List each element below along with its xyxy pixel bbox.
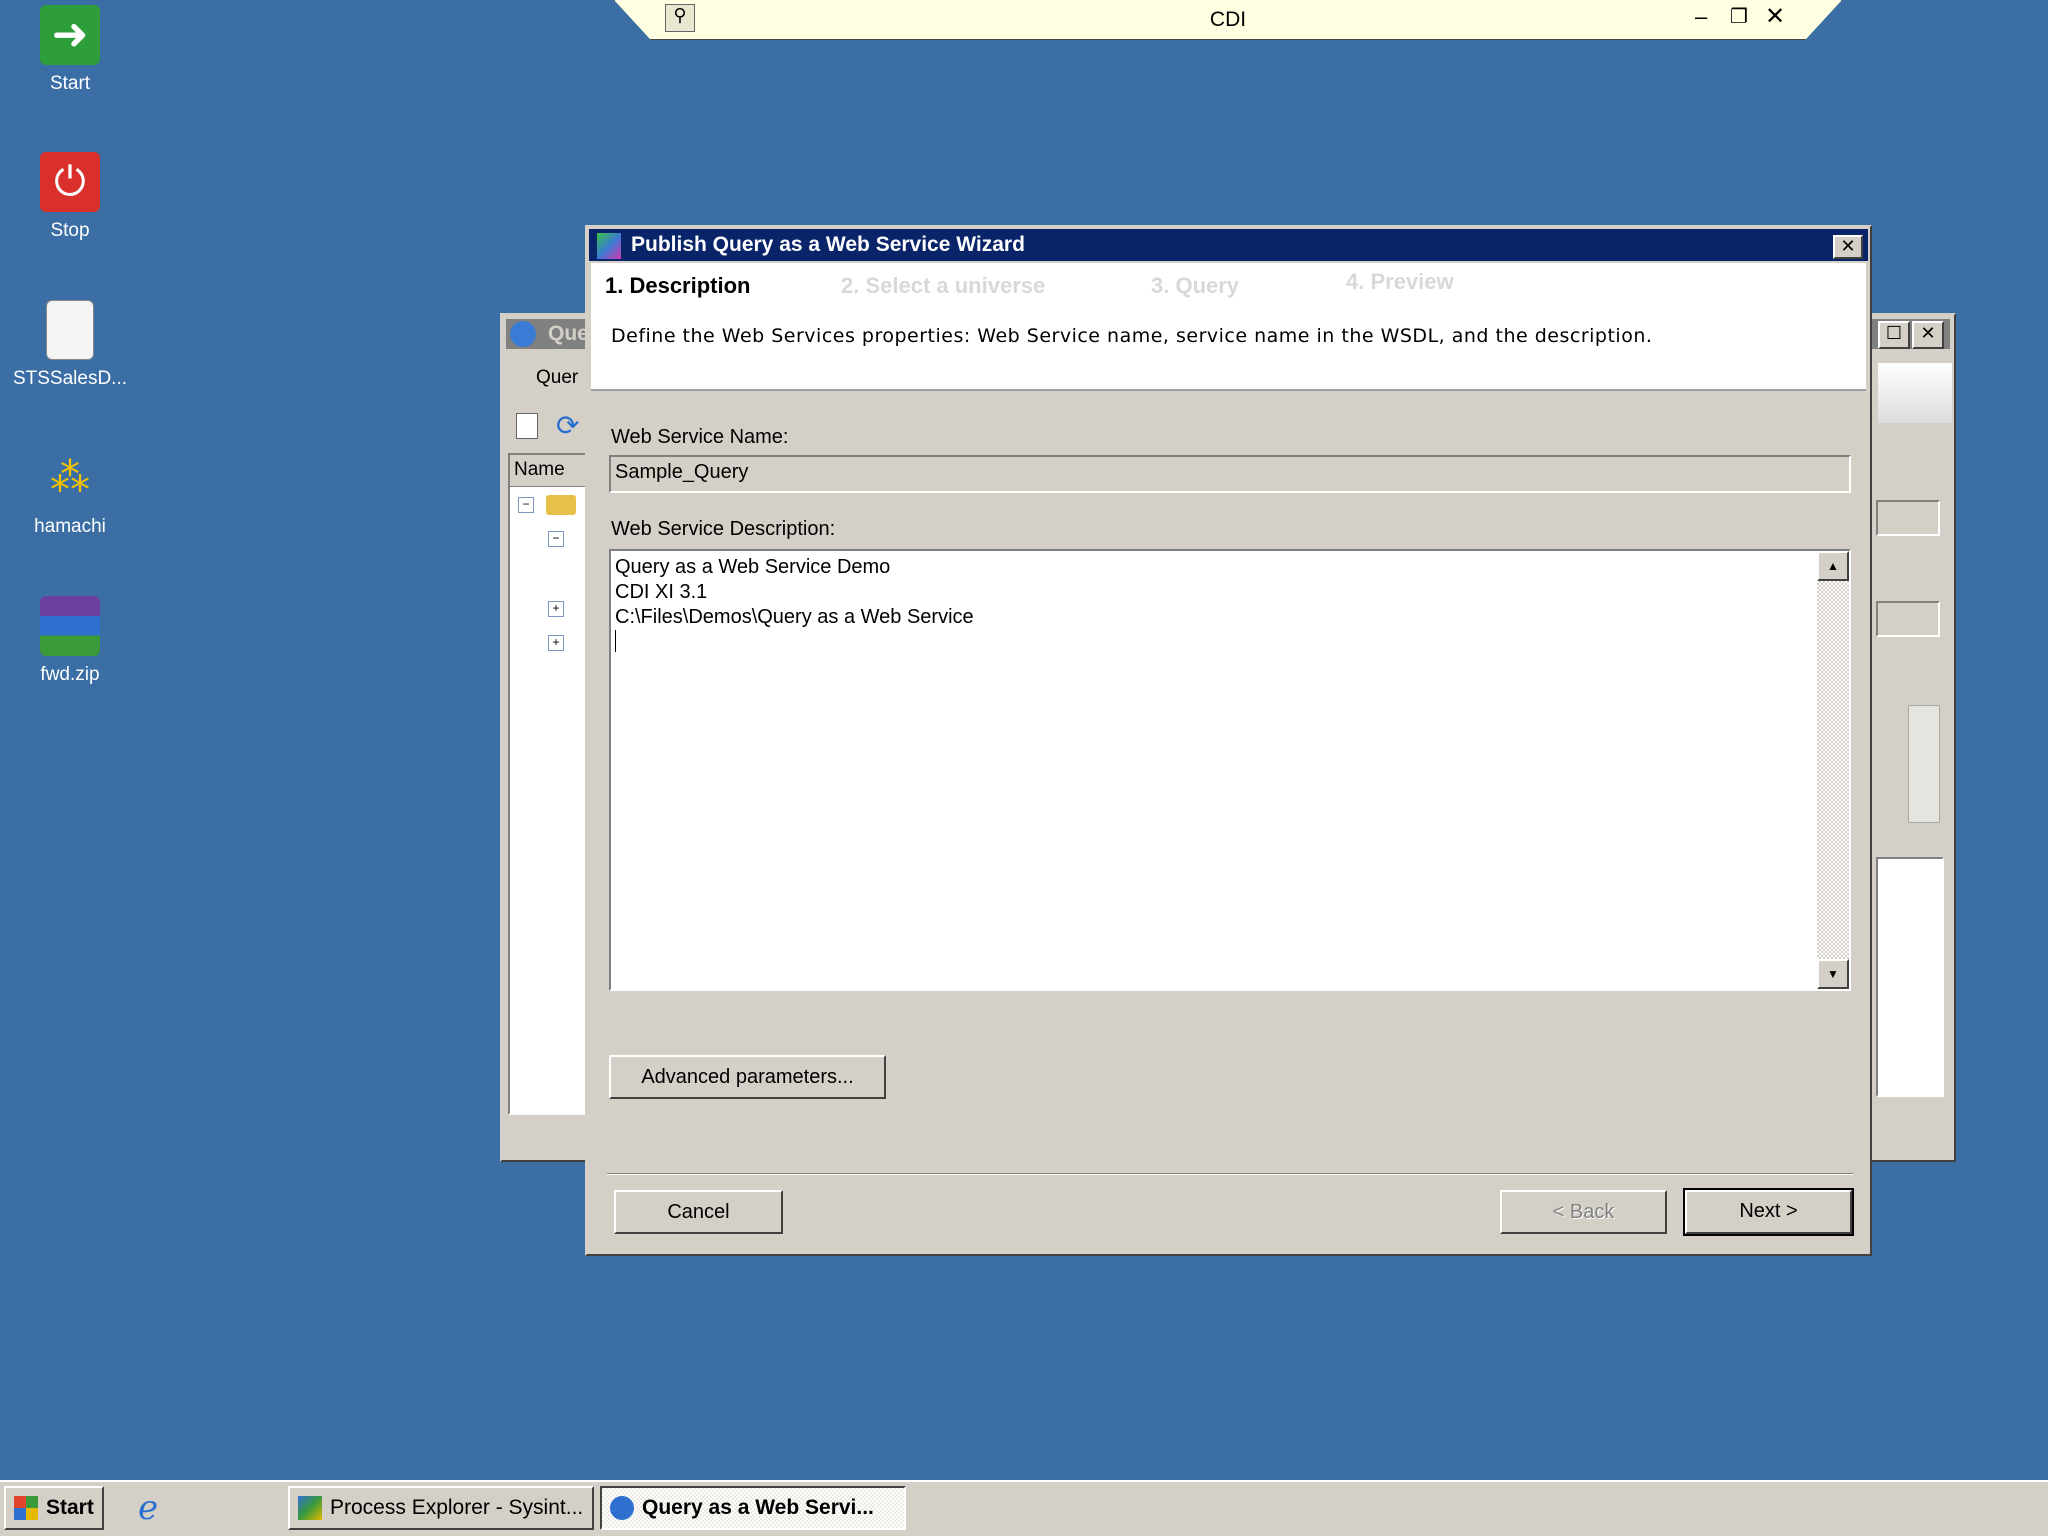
remote-connection-bar: ⚲ CDI ‒ ❐ ✕ bbox=[614, 0, 1842, 40]
windows-logo-icon bbox=[14, 1496, 38, 1520]
side-scrollbar[interactable] bbox=[1908, 705, 1940, 823]
advanced-parameters-button[interactable]: Advanced parameters... bbox=[609, 1055, 886, 1099]
wizard-header: 1. Description 2. Select a universe 3. Q… bbox=[591, 263, 1866, 391]
web-service-description-label: Web Service Description: bbox=[611, 518, 836, 540]
side-field[interactable] bbox=[1876, 500, 1940, 536]
close-button[interactable]: ✕ bbox=[1833, 235, 1863, 259]
close-button[interactable]: ✕ bbox=[1912, 321, 1944, 349]
query-app-icon bbox=[610, 1496, 634, 1520]
desktop-icon-label: fwd.zip bbox=[40, 664, 100, 685]
power-icon: ⏻ bbox=[40, 152, 100, 212]
close-icon[interactable]: ✕ bbox=[1765, 2, 1785, 31]
wizard-titlebar: Publish Query as a Web Service Wizard bbox=[589, 229, 1868, 261]
expand-icon[interactable]: + bbox=[548, 635, 564, 651]
step-query: 3. Query bbox=[1151, 273, 1240, 298]
scroll-up-arrow[interactable]: ▲ bbox=[1817, 551, 1849, 581]
cancel-button[interactable]: Cancel bbox=[614, 1190, 783, 1234]
restore-icon[interactable]: ❐ bbox=[1730, 4, 1748, 29]
desktop-icon-fwd-zip[interactable]: fwd.zip bbox=[0, 596, 140, 686]
taskbar-item-query-web-service[interactable]: Query as a Web Servi... bbox=[600, 1486, 906, 1530]
taskbar-item-process-explorer[interactable]: Process Explorer - Sysint... bbox=[288, 1486, 594, 1530]
refresh-icon[interactable]: ⟳ bbox=[556, 409, 579, 442]
desktop-icon-stop[interactable]: ⏻ Stop bbox=[0, 152, 140, 242]
description-scrollbar[interactable]: ▲ ▼ bbox=[1817, 551, 1849, 989]
hamachi-icon: ⁂ bbox=[50, 456, 90, 500]
query-app-icon bbox=[510, 321, 536, 347]
text-cursor bbox=[615, 630, 616, 652]
web-service-description-textarea[interactable]: Query as a Web Service Demo CDI XI 3.1 C… bbox=[609, 549, 1851, 991]
winrar-archive-icon bbox=[40, 596, 100, 656]
wizard-instructions: Define the Web Services properties: Web … bbox=[611, 325, 1653, 347]
minimize-icon[interactable]: ‒ bbox=[1695, 4, 1707, 30]
desktop-icon-label: Stop bbox=[50, 220, 90, 241]
green-arrow-icon: ➜ bbox=[40, 5, 100, 65]
collapse-icon[interactable]: − bbox=[548, 531, 564, 547]
process-explorer-icon bbox=[298, 1496, 322, 1520]
description-line: CDI XI 3.1 bbox=[615, 581, 708, 603]
desktop-icon-label: STSSalesD... bbox=[12, 368, 128, 389]
wizard-title: Publish Query as a Web Service Wizard bbox=[631, 233, 1025, 256]
document-icon bbox=[46, 300, 94, 360]
step-select-universe: 2. Select a universe bbox=[841, 273, 1046, 298]
desktop-icon-label: Start bbox=[49, 73, 91, 94]
expand-icon[interactable]: + bbox=[548, 601, 564, 617]
column-header-name[interactable]: Name bbox=[510, 455, 588, 487]
internet-explorer-icon[interactable]: e bbox=[138, 1488, 158, 1528]
footer-divider bbox=[607, 1173, 1853, 1175]
folder-icon bbox=[546, 495, 576, 515]
step-preview: 4. Preview bbox=[1346, 269, 1454, 294]
desktop-icon-stssalesd[interactable]: STSSalesD... bbox=[0, 300, 140, 390]
wizard-app-icon bbox=[597, 233, 621, 259]
web-service-name-label: Web Service Name: bbox=[611, 426, 789, 448]
side-field[interactable] bbox=[1876, 601, 1940, 637]
menu-query[interactable]: Quer bbox=[536, 367, 578, 389]
desktop-icon-start[interactable]: ➜ Start bbox=[0, 5, 140, 95]
web-service-name-input[interactable]: Sample_Query bbox=[609, 455, 1851, 493]
new-document-icon[interactable] bbox=[516, 413, 538, 439]
step-description: 1. Description bbox=[605, 273, 751, 298]
desktop-icon-hamachi[interactable]: ⁂ hamachi bbox=[0, 448, 140, 538]
right-panel bbox=[1878, 363, 1952, 423]
side-list bbox=[1876, 857, 1944, 1097]
tree-panel: Name − − + + bbox=[508, 453, 590, 1115]
next-button[interactable]: Next > bbox=[1683, 1188, 1854, 1236]
description-line: Query as a Web Service Demo bbox=[615, 556, 891, 578]
maximize-button[interactable]: ☐ bbox=[1878, 321, 1910, 349]
scroll-down-arrow[interactable]: ▼ bbox=[1817, 959, 1849, 989]
description-line: C:\Files\Demos\Query as a Web Service bbox=[615, 606, 974, 628]
publish-wizard-dialog: Publish Query as a Web Service Wizard ✕ … bbox=[585, 225, 1872, 1256]
collapse-icon[interactable]: − bbox=[518, 497, 534, 513]
start-button[interactable]: Start bbox=[4, 1486, 104, 1530]
connection-title: CDI bbox=[1209, 8, 1247, 31]
back-button[interactable]: < Back bbox=[1500, 1190, 1667, 1234]
desktop-icon-label: hamachi bbox=[34, 516, 106, 537]
